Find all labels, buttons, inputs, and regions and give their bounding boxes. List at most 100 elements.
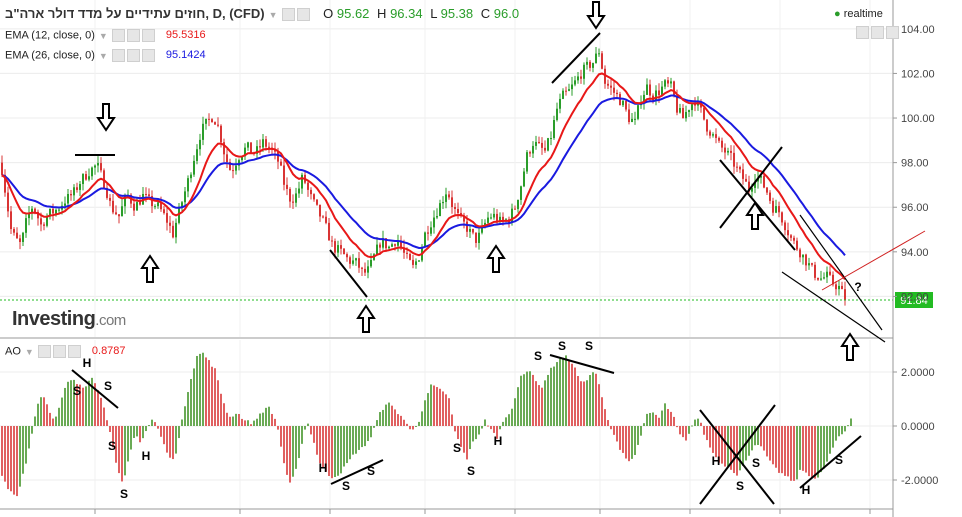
- ao-bar: [19, 426, 21, 487]
- ao-bar: [232, 416, 234, 426]
- candle-body: [529, 152, 531, 154]
- settings-icon[interactable]: [126, 29, 140, 42]
- ao-bar: [847, 425, 849, 427]
- ao-bar: [256, 418, 258, 426]
- candle-body: [658, 90, 660, 96]
- candle-body: [301, 174, 303, 189]
- chevron-down-icon[interactable]: ▼: [99, 31, 108, 41]
- ao-bar: [547, 374, 549, 426]
- ao-bar: [358, 426, 360, 450]
- ao-bar: [679, 426, 681, 435]
- candle-body: [133, 203, 135, 211]
- eye-icon[interactable]: [281, 8, 295, 22]
- chart-canvas[interactable]: 91.84104.00102.00100.0098.0096.0094.0092…: [0, 0, 962, 517]
- candle-body: [841, 285, 843, 290]
- ao-bar: [664, 403, 666, 426]
- chevron-down-icon[interactable]: ▼: [99, 51, 108, 61]
- ao-bar: [607, 420, 609, 426]
- candle-body: [718, 137, 720, 141]
- candle-body: [631, 118, 633, 123]
- ao-bar: [574, 367, 576, 426]
- candle-body: [295, 193, 297, 203]
- candle-body: [469, 228, 471, 232]
- ao-y-tick-label: 2.0000: [901, 367, 935, 379]
- chevron-down-icon[interactable]: ▼: [269, 10, 278, 20]
- candle-body: [703, 107, 705, 120]
- close-icon[interactable]: [141, 29, 155, 42]
- ao-bar: [550, 367, 552, 426]
- ao-bar: [133, 426, 135, 438]
- ao-bar: [694, 419, 696, 426]
- move-up-icon[interactable]: [856, 26, 869, 40]
- eye-icon[interactable]: [111, 29, 125, 42]
- eye-icon[interactable]: [111, 49, 125, 62]
- ao-bar: [394, 409, 396, 426]
- candle-body: [622, 100, 624, 106]
- chevron-down-icon[interactable]: ▼: [25, 347, 34, 357]
- candle-body: [445, 194, 447, 202]
- candle-body: [577, 76, 579, 81]
- maximize-icon[interactable]: [886, 26, 899, 40]
- candle-body: [364, 268, 366, 273]
- pattern-label: S: [585, 339, 593, 353]
- ao-bar: [409, 426, 411, 430]
- candle-body: [277, 151, 279, 162]
- ao-bar: [448, 398, 450, 426]
- candle-body: [94, 165, 96, 168]
- candle-body: [247, 142, 249, 148]
- candle-body: [163, 209, 165, 214]
- ohlc-c-label: C: [480, 6, 491, 21]
- candle-body: [310, 189, 312, 195]
- candle-body: [415, 261, 417, 265]
- candle-body: [388, 246, 390, 249]
- candle-body: [19, 238, 21, 242]
- ao-bar: [691, 425, 693, 427]
- candle-body: [448, 194, 450, 198]
- ao-bar: [145, 426, 147, 432]
- ao-bar: [589, 375, 591, 426]
- ao-bar: [508, 414, 510, 426]
- candle-body: [727, 150, 729, 153]
- candle-body: [112, 200, 114, 213]
- ao-bar: [37, 403, 39, 426]
- ao-bar: [631, 426, 633, 459]
- ao-bar: [838, 426, 840, 437]
- close-icon[interactable]: [67, 345, 81, 358]
- candle-body: [805, 254, 807, 266]
- pattern-label: S: [467, 464, 475, 478]
- eye-icon[interactable]: [37, 345, 51, 358]
- ema12-label[interactable]: EMA (12, close, 0): [5, 29, 95, 41]
- candle-body: [289, 188, 291, 202]
- ema12-legend: EMA (12, close, 0) ▼ 95.5316: [5, 29, 206, 42]
- candle-body: [730, 150, 732, 153]
- realtime-label: realtime: [843, 8, 883, 20]
- candle-body: [7, 192, 9, 212]
- candle-body: [307, 182, 309, 190]
- ao-bar: [703, 426, 705, 435]
- candle-body: [121, 206, 123, 217]
- candle-body: [514, 208, 516, 210]
- candle-body: [139, 202, 141, 205]
- settings-icon[interactable]: [296, 8, 310, 22]
- ao-bar: [349, 426, 351, 460]
- close-icon[interactable]: [141, 49, 155, 62]
- settings-icon[interactable]: [52, 345, 66, 358]
- ao-bar: [385, 404, 387, 426]
- realtime-status: ● realtime: [834, 8, 883, 20]
- ao-bar: [136, 426, 138, 437]
- ao-bar: [124, 426, 126, 476]
- ao-bar: [661, 410, 663, 426]
- ao-bar: [640, 426, 642, 436]
- settings-icon[interactable]: [126, 49, 140, 62]
- candle-body: [322, 216, 324, 218]
- ema26-label[interactable]: EMA (26, close, 0): [5, 49, 95, 61]
- ao-label[interactable]: AO: [5, 345, 21, 357]
- candle-body: [262, 139, 264, 148]
- symbol-title[interactable]: חוזים עתידיים על מדד דולר ארה"ב, D, (CFD…: [5, 6, 265, 21]
- ao-bar: [823, 426, 825, 469]
- logo-suffix: .com: [95, 312, 126, 329]
- candle-body: [634, 118, 636, 120]
- candle-body: [265, 139, 267, 147]
- pattern-label: H: [802, 483, 811, 497]
- move-down-icon[interactable]: [871, 26, 884, 40]
